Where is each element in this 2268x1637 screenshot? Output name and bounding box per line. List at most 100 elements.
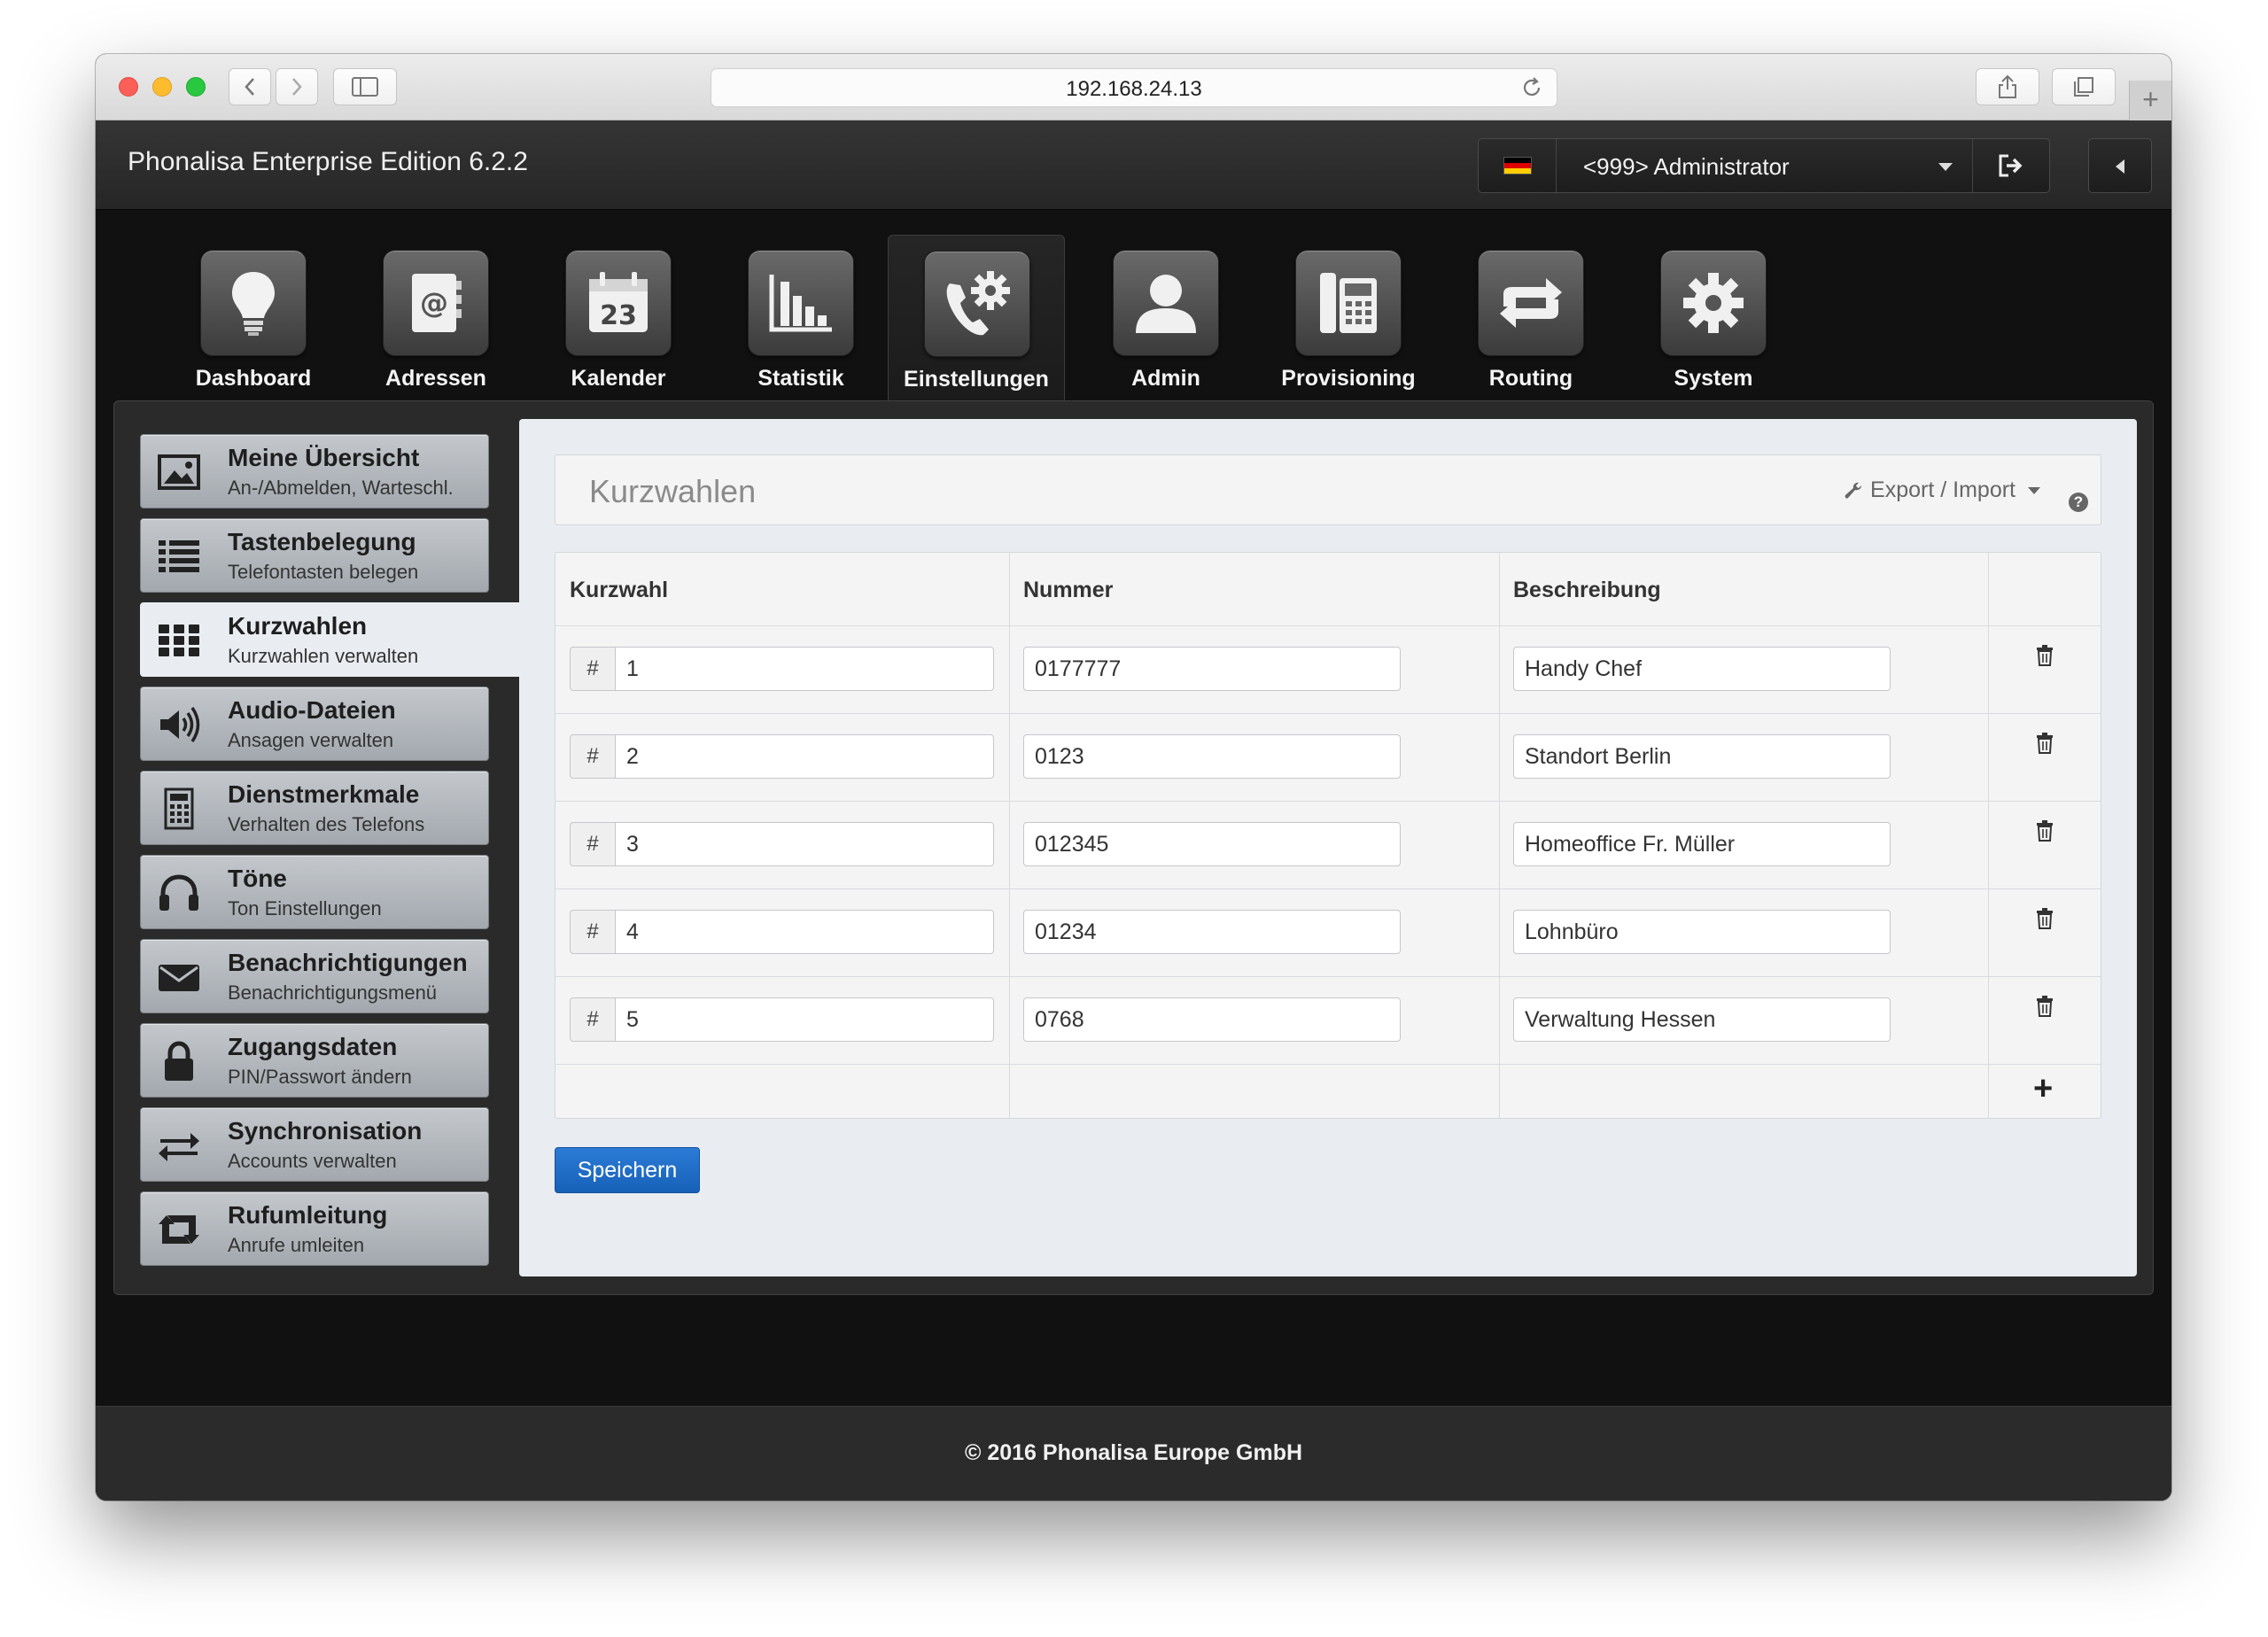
kurzwahl-input[interactable]: 2 — [615, 734, 994, 779]
share-button[interactable] — [1976, 68, 2039, 105]
sidebar-item-meine-uebersicht[interactable]: Meine Übersicht An-/Abmelden, Warteschl. — [140, 434, 489, 508]
app-header: Phonalisa Enterprise Edition 6.2.2 <999>… — [96, 120, 2171, 210]
sidebar-item-subtitle: Kurzwahlen verwalten — [228, 645, 419, 667]
sidebar-item-audio-dateien[interactable]: Audio-Dateien Ansagen verwalten — [140, 687, 489, 761]
nummer-input[interactable]: 0123 — [1023, 734, 1401, 779]
caret-down-icon — [1938, 163, 1953, 171]
nav-tab-dashboard[interactable]: Dashboard — [167, 210, 340, 401]
close-window-button[interactable] — [119, 77, 138, 97]
nav-tab-einstellungen[interactable]: Einstellungen — [888, 235, 1065, 401]
sidebar-item-dienstmerkmale[interactable]: Dienstmerkmale Verhalten des Telefons — [140, 771, 489, 845]
retweet-icon — [159, 1215, 199, 1244]
speed-dial-table: Kurzwahl Nummer Beschreibung # 1 0177777… — [555, 552, 2101, 1119]
svg-text:23: 23 — [600, 300, 637, 331]
sidebar-item-subtitle: An-/Abmelden, Warteschl. — [228, 477, 454, 499]
sidebar-item-toene[interactable]: Töne Ton Einstellungen — [140, 855, 489, 929]
export-import-dropdown[interactable]: Export / Import — [1844, 477, 2040, 503]
trash-icon[interactable] — [2036, 908, 2054, 929]
sidebar-item-kurzwahlen[interactable]: Kurzwahlen Kurzwahlen verwalten — [140, 602, 524, 677]
new-tab-button[interactable]: + — [2129, 81, 2171, 120]
beschreibung-input[interactable]: Verwaltung Hessen — [1513, 997, 1891, 1042]
minimize-window-button[interactable] — [152, 77, 172, 97]
nav-tab-adressen[interactable]: @ Adressen — [349, 210, 523, 401]
sidebar-item-subtitle: Benachrichtigungsmenü — [228, 981, 438, 1004]
sidebar-item-title: Zugangsdaten — [228, 1033, 398, 1060]
sync-arrows-icon — [159, 1133, 199, 1161]
beschreibung-input[interactable]: Homeoffice Fr. Müller — [1513, 822, 1891, 866]
calendar-icon: 23 — [565, 250, 672, 356]
page-title: Kurzwahlen — [589, 473, 757, 509]
sidebar-toggle-button[interactable] — [333, 68, 397, 105]
browser-toolbar: 192.168.24.13 + — [96, 54, 2171, 120]
save-button[interactable]: Speichern — [555, 1147, 700, 1193]
reload-icon[interactable] — [1519, 75, 1544, 100]
nummer-input[interactable]: 0177777 — [1023, 647, 1401, 691]
collapse-button[interactable] — [2088, 138, 2152, 193]
keypad-icon — [164, 787, 194, 830]
nav-label: Einstellungen — [904, 367, 1049, 392]
help-icon[interactable]: ? — [2069, 493, 2088, 512]
export-import-label: Export / Import — [1870, 477, 2016, 502]
nav-tab-system[interactable]: System — [1627, 210, 1800, 401]
trash-icon[interactable] — [2036, 996, 2054, 1017]
nummer-input[interactable]: 01234 — [1023, 910, 1401, 954]
nav-tab-admin[interactable]: Admin — [1079, 210, 1253, 401]
sidebar-icon — [352, 77, 378, 97]
caret-left-icon — [2116, 159, 2124, 174]
sidebar-item-title: Benachrichtigungen — [228, 949, 468, 976]
envelope-icon — [159, 965, 199, 991]
sidebar-item-title: Synchronisation — [228, 1117, 423, 1144]
kurzwahl-input[interactable]: 3 — [615, 822, 994, 866]
lock-icon — [165, 1041, 193, 1081]
kurzwahl-input[interactable]: 5 — [615, 997, 994, 1042]
nav-tab-routing[interactable]: Routing — [1444, 210, 1618, 401]
nav-tab-statistik[interactable]: Statistik — [714, 210, 888, 401]
sidebar-item-zugangsdaten[interactable]: Zugangsdaten PIN/Passwort ändern — [140, 1023, 489, 1098]
trash-icon[interactable] — [2036, 820, 2054, 842]
sidebar-item-rufumleitung[interactable]: Rufumleitung Anrufe umleiten — [140, 1191, 489, 1266]
kurzwahl-input[interactable]: 4 — [615, 910, 994, 954]
browser-window: 192.168.24.13 + Phonalisa Enterprise Edi… — [96, 54, 2171, 1501]
nav-tab-provisioning[interactable]: Provisioning — [1262, 210, 1435, 401]
nav-tab-kalender[interactable]: 23 Kalender — [532, 210, 705, 401]
nummer-input[interactable]: 012345 — [1023, 822, 1401, 866]
kurzwahl-input[interactable]: 1 — [615, 647, 994, 691]
wrench-icon — [1845, 482, 1862, 499]
address-book-icon: @ — [383, 250, 489, 356]
sidebar-item-subtitle: Ton Einstellungen — [228, 897, 382, 919]
url-text: 192.168.24.13 — [1066, 77, 1202, 101]
beschreibung-input[interactable]: Handy Chef — [1513, 647, 1891, 691]
main-panel: Kurzwahlen Export / Import ? Kurzwahl Nu… — [519, 419, 2137, 1276]
nav-label: Routing — [1488, 366, 1573, 391]
beschreibung-input[interactable]: Lohnbüro — [1513, 910, 1891, 954]
sidebar-item-title: Rufumleitung — [228, 1201, 388, 1229]
sidebar-item-tastenbelegung[interactable]: Tastenbelegung Telefontasten belegen — [140, 518, 489, 593]
hash-prefix: # — [570, 734, 616, 779]
tabs-overview-button[interactable] — [2052, 68, 2116, 105]
trash-icon[interactable] — [2036, 645, 2054, 666]
back-button[interactable] — [229, 68, 271, 105]
zoom-window-button[interactable] — [186, 77, 206, 97]
nummer-input[interactable]: 0768 — [1023, 997, 1401, 1042]
trash-icon[interactable] — [2036, 733, 2054, 754]
user-dropdown[interactable]: <999> Administrator — [1557, 139, 1973, 192]
footer: © 2016 Phonalisa Europe GmbH — [96, 1406, 2171, 1501]
address-bar[interactable]: 192.168.24.13 — [711, 68, 1557, 107]
picture-icon — [158, 454, 200, 490]
sidebar-item-benachrichtigungen[interactable]: Benachrichtigungen Benachrichtigungsmenü — [140, 939, 489, 1013]
logout-button[interactable] — [1973, 139, 2051, 192]
speaker-icon — [160, 707, 200, 742]
sidebar-item-synchronisation[interactable]: Synchronisation Accounts verwalten — [140, 1107, 489, 1182]
nav-label: Dashboard — [195, 366, 312, 391]
language-selector[interactable] — [1479, 139, 1557, 192]
hash-prefix: # — [570, 822, 616, 866]
sidebar-item-title: Audio-Dateien — [228, 696, 396, 724]
panel-header: Kurzwahlen Export / Import ? — [555, 454, 2101, 525]
beschreibung-input[interactable]: Standort Berlin — [1513, 734, 1891, 779]
forward-button[interactable] — [276, 68, 318, 105]
routing-arrows-icon — [1478, 250, 1584, 356]
app-title: Phonalisa Enterprise Edition 6.2.2 — [128, 147, 528, 176]
add-row-icon[interactable]: + — [2033, 1072, 2053, 1106]
sidebar-item-subtitle: Anrufe umleiten — [228, 1234, 365, 1256]
sidebar-item-subtitle: PIN/Passwort ändern — [228, 1066, 412, 1088]
